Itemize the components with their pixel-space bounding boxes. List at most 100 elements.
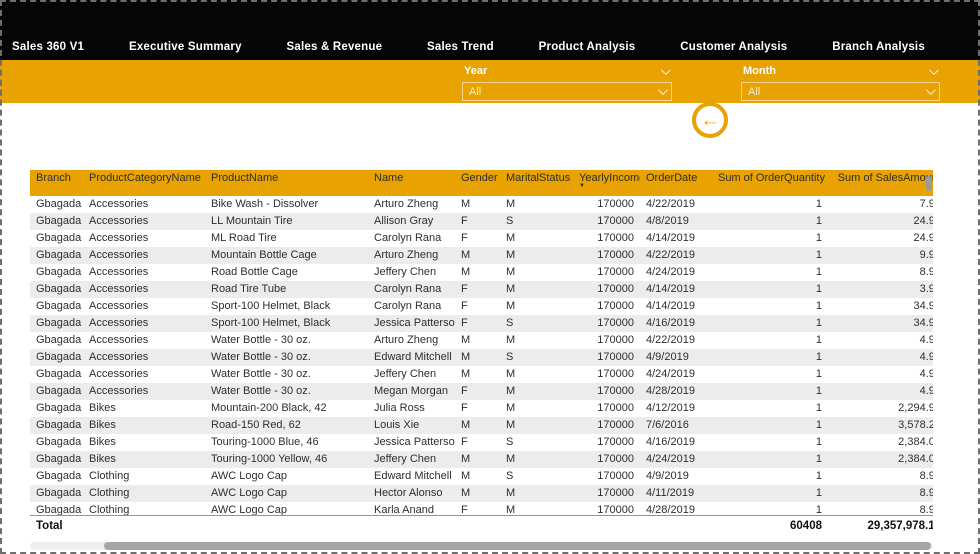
- table-row[interactable]: GbagadaAccessoriesWater Bottle - 30 oz.A…: [30, 332, 933, 349]
- table-cell: Gbagada: [30, 417, 83, 434]
- table-cell: 1: [712, 468, 828, 485]
- column-header-productcategoryname[interactable]: ProductCategoryName: [83, 170, 205, 196]
- table-cell: Edward Mitchell: [368, 349, 455, 366]
- table-cell: Allison Gray: [368, 213, 455, 230]
- column-header-label: ProductCategoryName: [89, 172, 199, 184]
- table-cell: Edward Mitchell: [368, 468, 455, 485]
- table-cell: 1: [712, 417, 828, 434]
- table-cell: 170000: [573, 247, 640, 264]
- table-cell: 2,294.99: [828, 400, 933, 417]
- nav-item-executive-summary[interactable]: Executive Summary: [129, 41, 242, 53]
- table-cell: 1: [712, 366, 828, 383]
- table-cell: Accessories: [83, 383, 205, 400]
- table-row[interactable]: GbagadaBikesMountain-200 Black, 42Julia …: [30, 400, 933, 417]
- month-slicer-label: Month: [743, 65, 776, 77]
- vertical-scrollbar-thumb[interactable]: [926, 176, 932, 191]
- nav-item-sales-revenue[interactable]: Sales & Revenue: [287, 41, 383, 53]
- table-cell: Bikes: [83, 451, 205, 468]
- column-header-sum-of-salesamount[interactable]: Sum of SalesAmount: [828, 170, 933, 196]
- table-cell: Carolyn Rana: [368, 230, 455, 247]
- nav-item-sales-trend[interactable]: Sales Trend: [427, 41, 494, 53]
- nav-item-product-analysis[interactable]: Product Analysis: [539, 41, 636, 53]
- table-cell: S: [500, 213, 573, 230]
- table-row[interactable]: GbagadaAccessoriesRoad Tire TubeCarolyn …: [30, 281, 933, 298]
- column-header-gender[interactable]: Gender: [455, 170, 500, 196]
- table-cell: 1: [712, 196, 828, 213]
- table-cell: Accessories: [83, 332, 205, 349]
- table-cell: 4/24/2019: [640, 264, 712, 281]
- table-cell: F: [455, 213, 500, 230]
- table-cell: 1: [712, 264, 828, 281]
- table-cell: M: [500, 230, 573, 247]
- nav-item-branch-analysis[interactable]: Branch Analysis: [832, 41, 925, 53]
- table-cell: AWC Logo Cap: [205, 468, 368, 485]
- month-slicer-dropdown[interactable]: All: [741, 82, 940, 101]
- table-cell: Gbagada: [30, 383, 83, 400]
- column-header-yearlyincome[interactable]: YearlyIncome▼: [573, 170, 640, 196]
- table-row[interactable]: GbagadaAccessoriesSport-100 Helmet, Blac…: [30, 298, 933, 315]
- table-body: GbagadaAccessoriesBike Wash - DissolverA…: [30, 196, 933, 515]
- table-row[interactable]: GbagadaBikesRoad-150 Red, 62Louis XieMM1…: [30, 417, 933, 434]
- table-row[interactable]: GbagadaBikesTouring-1000 Blue, 46Jessica…: [30, 434, 933, 451]
- table-cell: 1: [712, 213, 828, 230]
- table-row[interactable]: GbagadaAccessoriesLL Mountain TireAlliso…: [30, 213, 933, 230]
- table-row[interactable]: GbagadaAccessoriesSport-100 Helmet, Blac…: [30, 315, 933, 332]
- column-header-label: ProductName: [211, 172, 362, 184]
- table-row[interactable]: GbagadaAccessoriesRoad Bottle CageJeffer…: [30, 264, 933, 281]
- nav-item-customer-analysis[interactable]: Customer Analysis: [680, 41, 787, 53]
- table-cell: Accessories: [83, 213, 205, 230]
- back-button[interactable]: ←: [692, 102, 728, 138]
- table-row[interactable]: GbagadaBikesTouring-1000 Yellow, 46Jeffe…: [30, 451, 933, 468]
- table-cell: ML Road Tire: [205, 230, 368, 247]
- table-cell: 1: [712, 400, 828, 417]
- table-cell: M: [455, 332, 500, 349]
- table-cell: 2,384.07: [828, 434, 933, 451]
- year-slicer-header[interactable]: Year: [462, 63, 672, 79]
- table-cell: 1: [712, 298, 828, 315]
- table-cell: Accessories: [83, 230, 205, 247]
- table-cell: Water Bottle - 30 oz.: [205, 332, 368, 349]
- table-cell: Road-150 Red, 62: [205, 417, 368, 434]
- column-header-orderdate[interactable]: OrderDate: [640, 170, 712, 196]
- table-row[interactable]: GbagadaAccessoriesML Road TireCarolyn Ra…: [30, 230, 933, 247]
- table-row[interactable]: GbagadaClothingAWC Logo CapEdward Mitche…: [30, 468, 933, 485]
- table-row[interactable]: GbagadaClothingAWC Logo CapKarla AnandFM…: [30, 502, 933, 515]
- table-cell: 4/22/2019: [640, 247, 712, 264]
- table-row[interactable]: GbagadaAccessoriesBike Wash - DissolverA…: [30, 196, 933, 213]
- table-cell: F: [455, 230, 500, 247]
- column-header-label: Branch: [36, 172, 77, 184]
- table-cell: 8.99: [828, 502, 933, 515]
- column-header-label: Name: [374, 172, 449, 184]
- table-cell: Accessories: [83, 298, 205, 315]
- table-cell: Clothing: [83, 468, 205, 485]
- table-cell: Jessica Patterson: [368, 434, 455, 451]
- table-cell: Gbagada: [30, 468, 83, 485]
- table-cell: M: [500, 417, 573, 434]
- table-cell: M: [500, 247, 573, 264]
- table-row[interactable]: GbagadaAccessoriesWater Bottle - 30 oz.J…: [30, 366, 933, 383]
- horizontal-scrollbar-track[interactable]: [30, 542, 933, 550]
- column-header-maritalstatus[interactable]: MaritalStatus: [500, 170, 573, 196]
- table-cell: 170000: [573, 264, 640, 281]
- table-cell: Gbagada: [30, 196, 83, 213]
- table-row[interactable]: GbagadaAccessoriesWater Bottle - 30 oz.M…: [30, 383, 933, 400]
- column-header-productname[interactable]: ProductName: [205, 170, 368, 196]
- nav-item-sales-360-v1[interactable]: Sales 360 V1: [12, 41, 84, 53]
- sort-descending-icon: ▼: [579, 184, 634, 189]
- chevron-down-icon: [929, 65, 939, 75]
- table-cell: 1: [712, 281, 828, 298]
- data-table: Branch ProductCategoryName ProductName Name…: [30, 170, 933, 536]
- year-slicer-dropdown[interactable]: All: [462, 82, 672, 101]
- horizontal-scrollbar-thumb[interactable]: [104, 542, 931, 550]
- column-header-branch[interactable]: Branch: [30, 170, 83, 196]
- month-slicer-header[interactable]: Month: [741, 63, 940, 79]
- table-row[interactable]: GbagadaClothingAWC Logo CapHector Alonso…: [30, 485, 933, 502]
- table-row[interactable]: GbagadaAccessoriesWater Bottle - 30 oz.E…: [30, 349, 933, 366]
- table-row[interactable]: GbagadaAccessoriesMountain Bottle CageAr…: [30, 247, 933, 264]
- column-header-name[interactable]: Name: [368, 170, 455, 196]
- table-cell: Bike Wash - Dissolver: [205, 196, 368, 213]
- table-cell: Arturo Zheng: [368, 332, 455, 349]
- table-cell: F: [455, 281, 500, 298]
- table-cell: S: [500, 434, 573, 451]
- column-header-sum-of-orderquantity[interactable]: Sum of OrderQuantity: [712, 170, 828, 196]
